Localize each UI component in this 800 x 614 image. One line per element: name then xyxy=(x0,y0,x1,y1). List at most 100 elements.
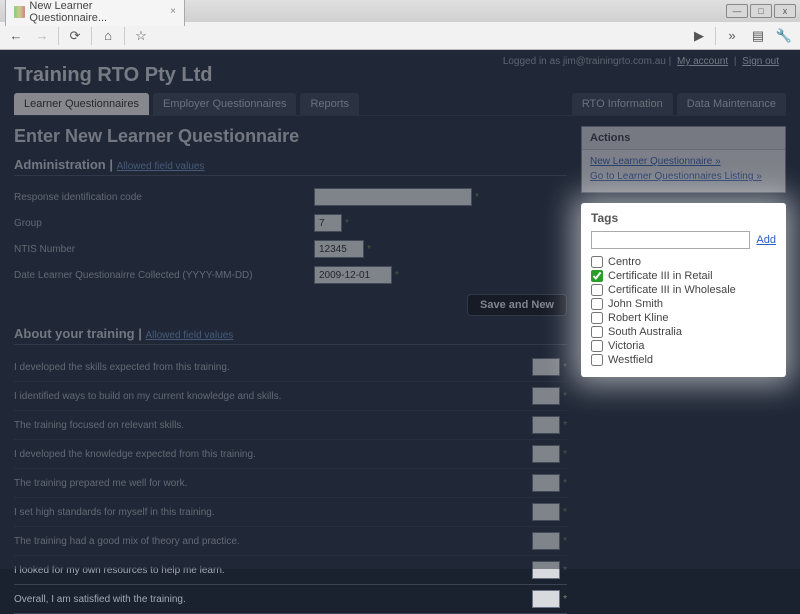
maximize-button[interactable]: □ xyxy=(750,4,772,18)
tag-checkbox[interactable] xyxy=(591,354,603,366)
tags-title: Tags xyxy=(591,209,776,231)
minimize-button[interactable]: — xyxy=(726,4,748,18)
tag-label: Robert Kline xyxy=(608,312,669,324)
link-new-learner-questionnaire[interactable]: New Learner Questionnaire » xyxy=(590,156,777,167)
my-account-link[interactable]: My account xyxy=(677,56,728,67)
required-icon: * xyxy=(563,478,567,489)
quote-icon[interactable]: » xyxy=(722,26,742,46)
training-item-input[interactable] xyxy=(532,561,560,579)
tag-checkbox[interactable] xyxy=(591,340,603,352)
training-item-input[interactable] xyxy=(532,503,560,521)
tag-checkbox[interactable] xyxy=(591,326,603,338)
input-response-code[interactable] xyxy=(314,188,472,206)
required-icon: * xyxy=(563,536,567,547)
training-item-input[interactable] xyxy=(532,358,560,376)
required-icon: * xyxy=(367,244,371,255)
user-bar: Logged in as jim@trainingrto.com.au | My… xyxy=(503,56,782,67)
required-icon: * xyxy=(563,565,567,576)
training-item-input[interactable] xyxy=(532,532,560,550)
training-row: I identified ways to build on my current… xyxy=(14,382,567,411)
training-row: I developed the knowledge expected from … xyxy=(14,440,567,469)
browser-chrome: New Learner Questionnaire... × — □ x ← →… xyxy=(0,0,800,51)
required-icon: * xyxy=(563,362,567,373)
training-item-input[interactable] xyxy=(532,387,560,405)
tag-item: Certificate III in Wholesale xyxy=(591,283,776,297)
tag-item: South Australia xyxy=(591,325,776,339)
logged-in-prefix: Logged in as xyxy=(503,56,563,67)
forward-icon[interactable]: → xyxy=(32,26,52,46)
tag-checkbox[interactable] xyxy=(591,256,603,268)
play-icon[interactable]: ▶ xyxy=(689,26,709,46)
tab-employer-questionnaires[interactable]: Employer Questionnaires xyxy=(153,93,297,115)
page-icon[interactable]: ▤ xyxy=(748,26,768,46)
required-icon: * xyxy=(563,391,567,402)
training-item-label: The training had a good mix of theory an… xyxy=(14,536,532,547)
training-row: The training had a good mix of theory an… xyxy=(14,527,567,556)
label-ntis: NTIS Number xyxy=(14,244,314,255)
tag-input[interactable] xyxy=(591,231,750,249)
tab-learner-questionnaires[interactable]: Learner Questionnaires xyxy=(14,93,149,115)
training-item-label: The training focused on relevant skills. xyxy=(14,420,532,431)
input-date-collected[interactable] xyxy=(314,266,392,284)
training-row: I looked for my own resources to help me… xyxy=(14,556,567,585)
tag-checkbox[interactable] xyxy=(591,270,603,282)
training-item-input[interactable] xyxy=(532,445,560,463)
tag-label: Victoria xyxy=(608,340,644,352)
training-item-label: I developed the knowledge expected from … xyxy=(14,449,532,460)
tab-reports[interactable]: Reports xyxy=(300,93,359,115)
training-item-input[interactable] xyxy=(532,416,560,434)
actions-title: Actions xyxy=(582,127,785,150)
save-and-new-button[interactable]: Save and New xyxy=(467,294,567,316)
training-item-label: I set high standards for myself in this … xyxy=(14,507,532,518)
back-icon[interactable]: ← xyxy=(6,26,26,46)
sidebar: Actions New Learner Questionnaire » Go t… xyxy=(581,126,786,614)
input-group[interactable] xyxy=(314,214,342,232)
tag-label: Westfield xyxy=(608,354,653,366)
logged-in-user: jim@trainingrto.com.au xyxy=(563,56,666,67)
tag-item: Westfield xyxy=(591,353,776,367)
tags-box: Tags Add CentroCertificate III in Retail… xyxy=(581,203,786,377)
site-title: Training RTO Pty Ltd xyxy=(14,64,786,87)
training-row: I developed the skills expected from thi… xyxy=(14,353,567,382)
bookmark-icon[interactable]: ☆ xyxy=(131,26,151,46)
required-icon: * xyxy=(395,270,399,281)
browser-tab-bar: New Learner Questionnaire... × — □ x xyxy=(0,0,800,22)
required-icon: * xyxy=(563,507,567,518)
window-controls: — □ x xyxy=(726,4,800,18)
training-row: The training prepared me well for work. * xyxy=(14,469,567,498)
tab-close-icon[interactable]: × xyxy=(170,6,176,17)
wrench-icon[interactable]: 🔧 xyxy=(774,26,794,46)
required-icon: * xyxy=(563,449,567,460)
training-row: Overall, I am satisfied with the trainin… xyxy=(14,585,567,614)
training-item-input[interactable] xyxy=(532,590,560,608)
browser-tab[interactable]: New Learner Questionnaire... × xyxy=(5,0,185,26)
tag-item: John Smith xyxy=(591,297,776,311)
link-learner-listing[interactable]: Go to Learner Questionnaires Listing » xyxy=(590,171,777,182)
label-response-code: Response identification code xyxy=(14,192,314,203)
browser-toolbar: ← → ⟳ ⌂ ☆ ▶ » ▤ 🔧 xyxy=(0,22,800,50)
tag-checkbox[interactable] xyxy=(591,284,603,296)
home-icon[interactable]: ⌂ xyxy=(98,26,118,46)
training-item-label: The training prepared me well for work. xyxy=(14,478,532,489)
tab-rto-information[interactable]: RTO Information xyxy=(572,93,673,115)
tag-checkbox[interactable] xyxy=(591,312,603,324)
tag-checkbox[interactable] xyxy=(591,298,603,310)
input-ntis[interactable] xyxy=(314,240,364,258)
training-item-input[interactable] xyxy=(532,474,560,492)
allowed-values-link[interactable]: Allowed field values xyxy=(145,330,233,341)
training-item-label: I identified ways to build on my current… xyxy=(14,391,532,402)
training-row: I set high standards for myself in this … xyxy=(14,498,567,527)
label-date-collected: Date Learner Questionairre Collected (YY… xyxy=(14,270,314,281)
reload-icon[interactable]: ⟳ xyxy=(65,26,85,46)
add-tag-link[interactable]: Add xyxy=(756,234,776,246)
required-icon: * xyxy=(563,594,567,605)
close-button[interactable]: x xyxy=(774,4,796,18)
tag-label: John Smith xyxy=(608,298,663,310)
required-icon: * xyxy=(563,420,567,431)
page-title: Enter New Learner Questionnaire xyxy=(14,126,567,147)
sign-out-link[interactable]: Sign out xyxy=(742,56,779,67)
tag-label: South Australia xyxy=(608,326,682,338)
tab-data-maintenance[interactable]: Data Maintenance xyxy=(677,93,786,115)
section-training: About your training | Allowed field valu… xyxy=(14,326,567,345)
allowed-values-link[interactable]: Allowed field values xyxy=(117,161,205,172)
